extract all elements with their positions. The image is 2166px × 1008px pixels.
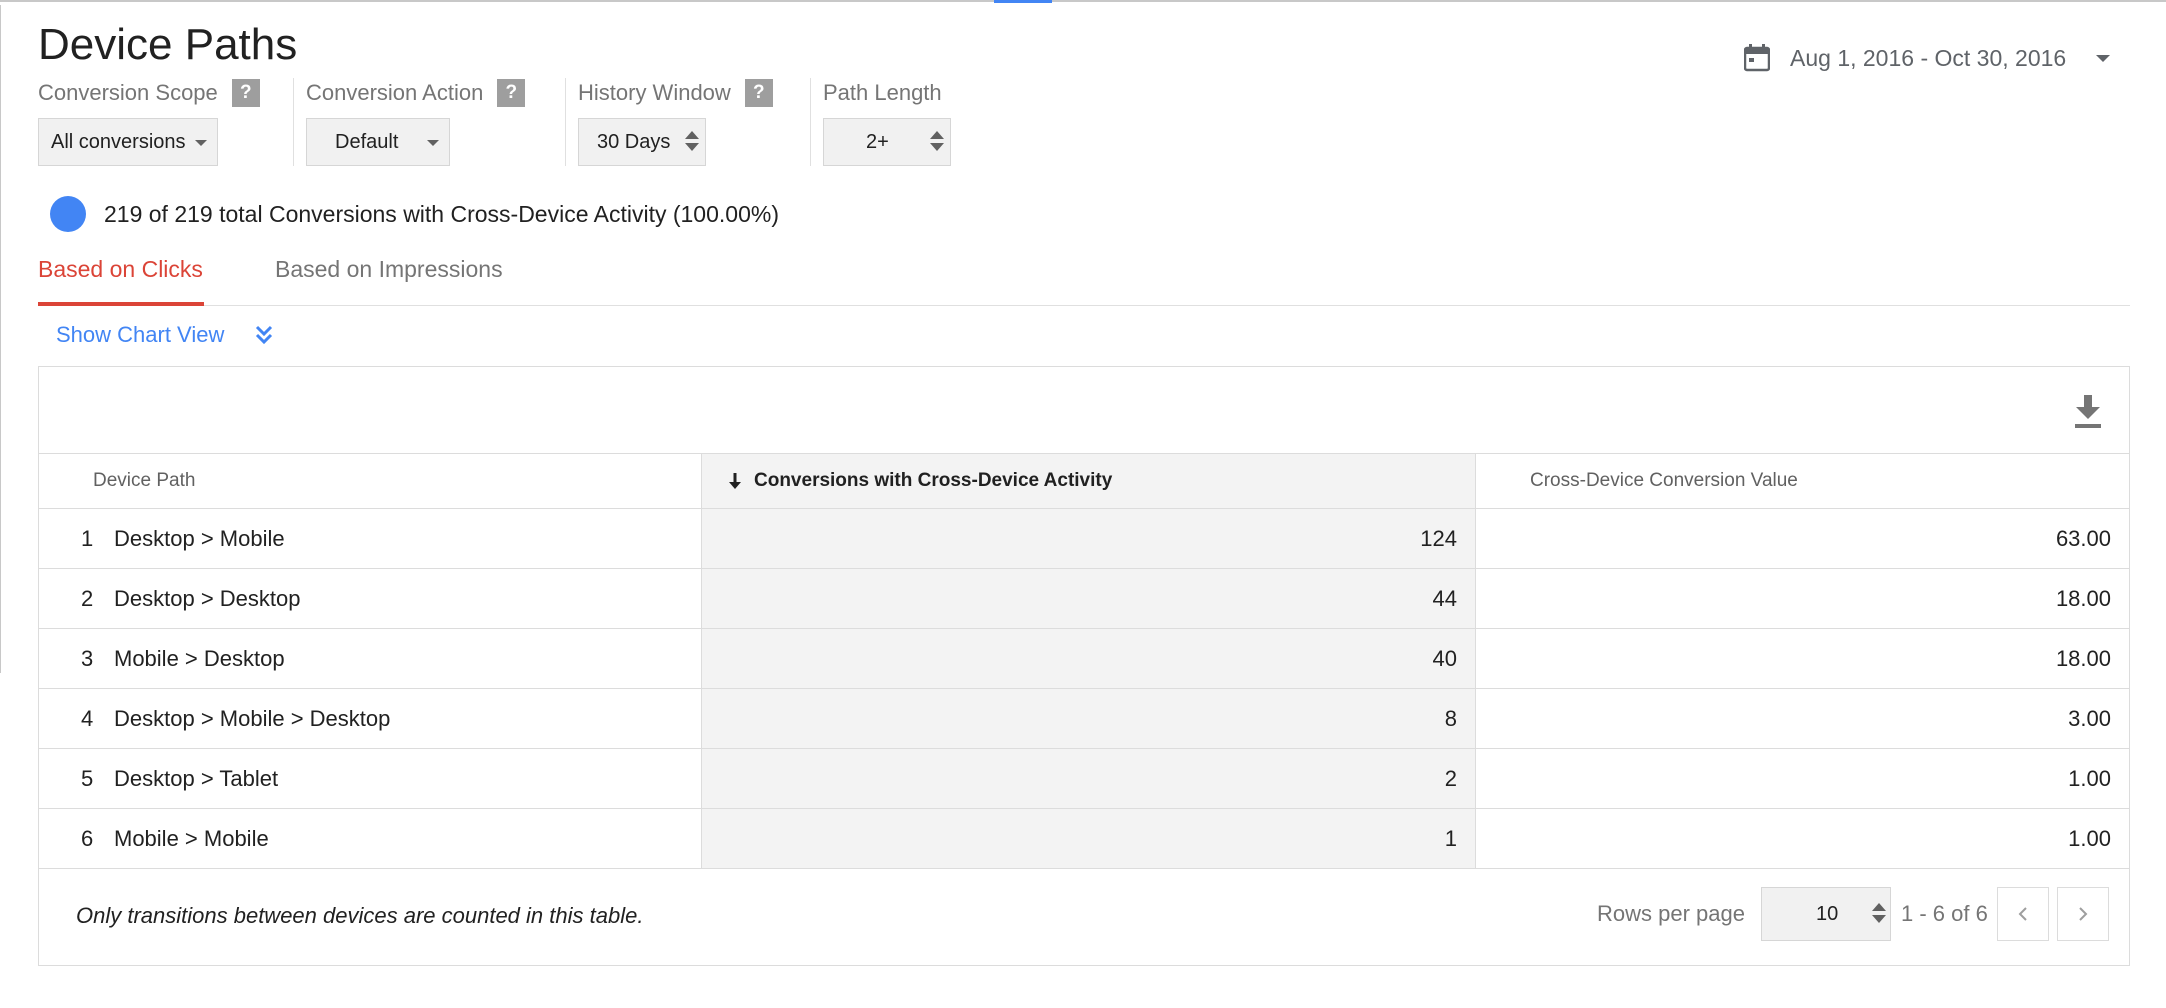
rows-per-page-spinner[interactable]: 10 — [1761, 887, 1891, 941]
table-row: 6 Mobile > Mobile 1 1.00 — [39, 809, 2129, 869]
sort-arrow-down-icon — [729, 473, 741, 489]
show-chart-view-toggle[interactable]: Show Chart View — [56, 322, 274, 348]
spinner-arrows-icon — [1872, 903, 1886, 927]
filter-label: Conversion Scope — [38, 80, 218, 105]
table-footer: Only transitions between devices are cou… — [39, 869, 2129, 965]
device-path-cell: Desktop > Tablet — [114, 766, 279, 791]
tab-bar: Based on Clicks Based on Impressions — [38, 248, 2130, 306]
column-header-label: Conversions with Cross-Device Activity — [754, 470, 1113, 491]
chart-toggle-label: Show Chart View — [56, 322, 225, 347]
download-icon[interactable] — [2073, 393, 2103, 429]
footer-note: Only transitions between devices are cou… — [76, 903, 644, 928]
conversion-action-dropdown[interactable]: Default — [306, 118, 450, 166]
device-path-cell: Desktop > Mobile — [114, 526, 285, 551]
page-title: Device Paths — [38, 20, 298, 69]
column-header-device-path[interactable]: Device Path — [93, 454, 195, 508]
filter-bar: Conversion Scope ? All conversions Conve… — [38, 78, 995, 166]
history-window-spinner[interactable]: 30 Days — [578, 118, 706, 166]
rows-per-page-label: Rows per page — [1597, 901, 1745, 926]
filter-path-length: Path Length 2+ — [823, 78, 983, 166]
dropdown-caret-icon — [2096, 54, 2111, 62]
spinner-arrows-icon — [685, 131, 699, 155]
spinner-value: 30 Days — [597, 130, 671, 153]
filter-conversion-action: Conversion Action ? Default — [306, 78, 566, 166]
double-chevron-down-icon — [256, 325, 273, 345]
dropdown-value: Default — [335, 130, 399, 153]
conversion-value-cell: 3.00 — [2068, 706, 2111, 731]
conversion-value-cell: 63.00 — [2055, 526, 2111, 551]
tab-based-on-impressions[interactable]: Based on Impressions — [275, 256, 503, 283]
filter-conversion-scope: Conversion Scope ? All conversions — [38, 78, 294, 166]
column-header-conversion-value[interactable]: Cross-Device Conversion Value — [1530, 454, 1798, 508]
conversion-value-cell: 1.00 — [2068, 826, 2111, 851]
dropdown-caret-icon — [195, 140, 207, 146]
conversion-value-cell: 18.00 — [2055, 646, 2111, 671]
help-icon[interactable]: ? — [497, 79, 526, 107]
filter-label: Path Length — [823, 80, 942, 105]
active-tab-indicator — [38, 302, 204, 306]
table-row: 3 Mobile > Desktop 40 18.00 — [39, 629, 2129, 689]
conversion-value-cell: 18.00 — [2055, 586, 2111, 611]
device-path-cell: Desktop > Desktop — [114, 586, 301, 611]
conversions-cell: 40 — [701, 629, 1476, 688]
calendar-icon — [1744, 44, 1770, 72]
path-length-spinner[interactable]: 2+ — [823, 118, 951, 166]
summary-legend: 219 of 219 total Conversions with Cross-… — [50, 196, 779, 232]
spinner-value: 2+ — [866, 130, 889, 153]
spinner-arrows-icon — [930, 131, 944, 155]
tab-based-on-clicks[interactable]: Based on Clicks — [38, 256, 203, 283]
left-edge-divider — [0, 5, 1, 673]
row-index: 6 — [81, 826, 94, 851]
top-tab-accent — [994, 0, 1052, 3]
device-path-cell: Mobile > Mobile — [114, 826, 269, 851]
filter-label: Conversion Action — [306, 80, 484, 105]
date-range-text: Aug 1, 2016 - Oct 30, 2016 — [1790, 44, 2067, 71]
device-path-cell: Desktop > Mobile > Desktop — [114, 706, 391, 731]
row-index: 4 — [81, 706, 94, 731]
previous-page-button[interactable] — [1997, 887, 2049, 941]
help-icon[interactable]: ? — [744, 79, 773, 107]
row-index: 5 — [81, 766, 94, 791]
dropdown-value: All conversions — [51, 130, 186, 153]
window-top-border — [0, 0, 2166, 5]
rows-per-page-value: 10 — [1816, 903, 1839, 925]
table-row: 1 Desktop > Mobile 124 63.00 — [39, 509, 2129, 569]
conversions-cell: 1 — [701, 809, 1476, 868]
conversion-scope-dropdown[interactable]: All conversions — [38, 118, 218, 166]
table-row: 2 Desktop > Desktop 44 18.00 — [39, 569, 2129, 629]
filter-history-window: History Window ? 30 Days — [578, 78, 811, 166]
dropdown-caret-icon — [427, 140, 439, 146]
pagination-range: 1 - 6 of 6 — [1901, 901, 1988, 926]
row-index: 1 — [81, 526, 94, 551]
chevron-right-icon — [2079, 907, 2088, 921]
summary-text: 219 of 219 total Conversions with Cross-… — [104, 200, 779, 227]
table-row: 4 Desktop > Mobile > Desktop 8 3.00 — [39, 689, 2129, 749]
next-page-button[interactable] — [2057, 887, 2109, 941]
table-header: Device Path Conversions with Cross-Devic… — [39, 453, 2129, 509]
date-range-picker[interactable]: Aug 1, 2016 - Oct 30, 2016 — [1744, 38, 2111, 78]
device-paths-table: Device Path Conversions with Cross-Devic… — [38, 366, 2130, 966]
row-index: 3 — [81, 646, 94, 671]
device-path-cell: Mobile > Desktop — [114, 646, 285, 671]
help-icon[interactable]: ? — [231, 79, 260, 107]
conversion-value-cell: 1.00 — [2068, 766, 2111, 791]
conversions-cell: 8 — [701, 689, 1476, 748]
conversions-cell: 2 — [701, 749, 1476, 808]
conversions-cell: 124 — [701, 509, 1476, 568]
row-index: 2 — [81, 586, 94, 611]
filter-label: History Window — [578, 80, 731, 105]
conversions-cell: 44 — [701, 569, 1476, 628]
column-header-conversions[interactable]: Conversions with Cross-Device Activity — [701, 454, 1476, 508]
chevron-left-icon — [2018, 907, 2027, 921]
legend-dot — [50, 196, 86, 232]
table-row: 5 Desktop > Tablet 2 1.00 — [39, 749, 2129, 809]
